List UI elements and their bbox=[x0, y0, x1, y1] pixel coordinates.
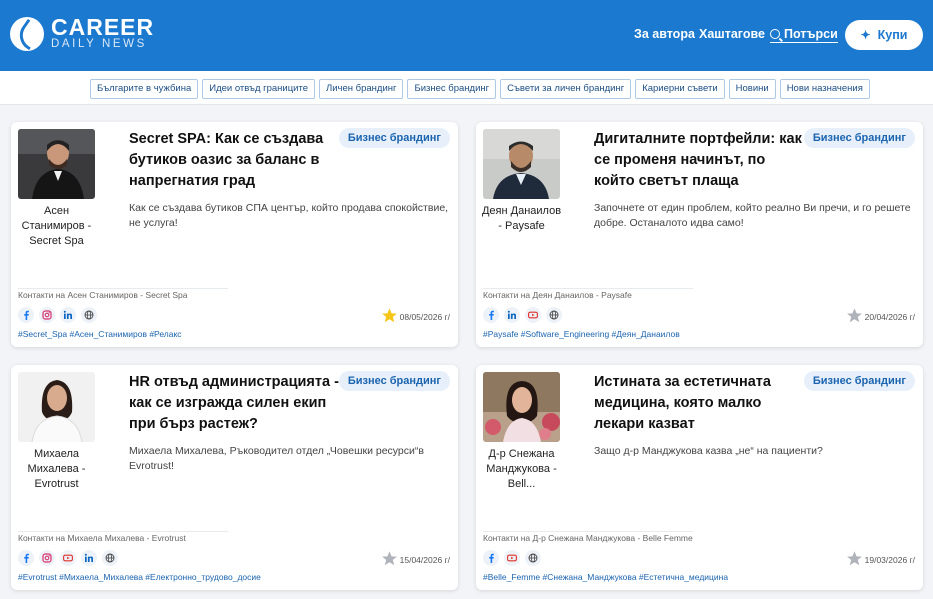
author-photo[interactable] bbox=[483, 372, 560, 442]
article-title[interactable]: Secret SPA: Как се създава бутиков оазис… bbox=[129, 129, 341, 192]
hashtags[interactable]: #Belle_Femme #Снежана_Манджукова #Естети… bbox=[483, 572, 728, 582]
author-photo[interactable] bbox=[18, 372, 95, 442]
star-icon[interactable] bbox=[846, 307, 863, 324]
brand-subtitle: DAILY NEWS bbox=[51, 38, 147, 50]
category-badge[interactable]: Бизнес брандинг bbox=[338, 371, 450, 391]
buy-button-label: Купи bbox=[877, 28, 908, 42]
nav-search-label: Потърси bbox=[784, 27, 838, 41]
brand-title: CAREER bbox=[51, 14, 155, 40]
star-icon[interactable] bbox=[381, 550, 398, 567]
category-badge[interactable]: Бизнес брандинг bbox=[803, 371, 915, 391]
search-icon bbox=[770, 29, 780, 39]
instagram-icon[interactable] bbox=[39, 550, 55, 566]
star-icon[interactable] bbox=[846, 550, 863, 567]
article-excerpt: Защо д-р Манджукова казва „не“ на пациен… bbox=[594, 445, 823, 457]
article-title[interactable]: Истината за естетичната медицина, която … bbox=[594, 372, 806, 435]
category-badge[interactable]: Бизнес брандинг bbox=[803, 128, 915, 148]
author-name[interactable]: Деян Данаилов - Paysafe bbox=[480, 204, 563, 234]
divider bbox=[18, 531, 228, 532]
article-title[interactable]: Дигиталните портфейли: как се променя на… bbox=[594, 129, 806, 192]
nav-author-link[interactable]: За автора bbox=[634, 27, 695, 41]
linkedin-icon[interactable] bbox=[504, 307, 520, 323]
sparkle-icon: ✦ bbox=[860, 28, 871, 42]
category-link[interactable]: Нови назначения bbox=[779, 79, 870, 99]
buy-button[interactable]: ✦ Купи bbox=[845, 20, 923, 50]
article-date: 15/04/2026 г/ bbox=[399, 555, 450, 565]
instagram-icon[interactable] bbox=[39, 307, 55, 323]
facebook-icon[interactable] bbox=[483, 307, 499, 323]
author-name[interactable]: Д-р Снежана Манджукова - Bell... bbox=[480, 447, 563, 492]
hashtags[interactable]: #Paysafe #Software_Engineering #Деян_Дан… bbox=[483, 329, 680, 339]
article-excerpt: Как се създава бутиков СПА център, който… bbox=[129, 202, 449, 229]
article-date: 20/04/2026 г/ bbox=[864, 312, 915, 322]
facebook-icon[interactable] bbox=[18, 550, 34, 566]
category-link[interactable]: Българите в чужбина bbox=[90, 79, 199, 99]
category-link[interactable]: Съвети за личен брандинг bbox=[500, 79, 632, 99]
category-link[interactable]: Личен брандинг bbox=[319, 79, 404, 99]
category-badge[interactable]: Бизнес брандинг bbox=[338, 128, 450, 148]
article-title[interactable]: HR отвъд администрацията - как се изграж… bbox=[129, 372, 341, 435]
linkedin-icon[interactable] bbox=[60, 307, 76, 323]
category-link[interactable]: Идеи отвъд границите bbox=[202, 79, 315, 99]
star-icon[interactable] bbox=[381, 307, 398, 324]
article-card[interactable]: Михаела Михалева - Evrotrust HR отвъд ад… bbox=[11, 365, 458, 590]
youtube-icon[interactable] bbox=[525, 307, 541, 323]
article-card[interactable]: Д-р Снежана Манджукова - Bell... Истинат… bbox=[476, 365, 923, 590]
divider bbox=[483, 531, 693, 532]
contacts-label: Контакти на Деян Данаилов - Paysafe bbox=[483, 290, 632, 300]
contacts-label: Контакти на Д-р Снежана Манджукова - Bel… bbox=[483, 533, 693, 543]
social-links bbox=[18, 307, 97, 323]
hashtags[interactable]: #Evrotrust #Михаела_Михалева #Електронно… bbox=[18, 572, 261, 582]
article-card[interactable]: Асен Станимиров - Secret Spa Secret SPA:… bbox=[11, 122, 458, 347]
contacts-label: Контакти на Михаела Михалева - Evrotrust bbox=[18, 533, 186, 543]
article-excerpt: Михаела Михалева, Ръководител отдел „Чов… bbox=[129, 445, 424, 472]
author-photo[interactable] bbox=[18, 129, 95, 199]
linkedin-icon[interactable] bbox=[81, 550, 97, 566]
divider bbox=[18, 288, 228, 289]
social-links bbox=[18, 550, 118, 566]
nav-hashtags-link[interactable]: Хаштагове bbox=[699, 27, 765, 41]
author-name[interactable]: Михаела Михалева - Evrotrust bbox=[15, 447, 98, 492]
globe-icon[interactable] bbox=[525, 550, 541, 566]
category-link[interactable]: Бизнес брандинг bbox=[407, 79, 497, 99]
globe-icon[interactable] bbox=[81, 307, 97, 323]
category-bar: Българите в чужбина Идеи отвъд границите… bbox=[0, 71, 933, 105]
social-links bbox=[483, 307, 562, 323]
contacts-label: Контакти на Асен Станимиров - Secret Spa bbox=[18, 290, 188, 300]
article-date: 19/03/2026 г/ bbox=[864, 555, 915, 565]
divider bbox=[483, 288, 693, 289]
youtube-icon[interactable] bbox=[504, 550, 520, 566]
article-date: 08/05/2026 г/ bbox=[399, 312, 450, 322]
site-logo[interactable]: CAREER DAILY NEWS bbox=[10, 16, 154, 51]
category-link[interactable]: Кариерни съвети bbox=[635, 79, 725, 99]
author-photo[interactable] bbox=[483, 129, 560, 199]
youtube-icon[interactable] bbox=[60, 550, 76, 566]
category-link[interactable]: Новини bbox=[728, 79, 776, 99]
hashtags[interactable]: #Secret_Spa #Асен_Станимиров #Релакс bbox=[18, 329, 182, 339]
site-header: CAREER DAILY NEWS За автора Хаштагове По… bbox=[0, 0, 933, 71]
facebook-icon[interactable] bbox=[18, 307, 34, 323]
logo-mark-icon bbox=[10, 16, 44, 51]
globe-icon[interactable] bbox=[546, 307, 562, 323]
social-links bbox=[483, 550, 541, 566]
facebook-icon[interactable] bbox=[483, 550, 499, 566]
author-name[interactable]: Асен Станимиров - Secret Spa bbox=[15, 204, 98, 249]
article-excerpt: Започнете от един проблем, който реално … bbox=[594, 202, 911, 229]
article-card[interactable]: Деян Данаилов - Paysafe Дигиталните порт… bbox=[476, 122, 923, 347]
globe-icon[interactable] bbox=[102, 550, 118, 566]
nav-search-link[interactable]: Потърси bbox=[770, 27, 838, 43]
